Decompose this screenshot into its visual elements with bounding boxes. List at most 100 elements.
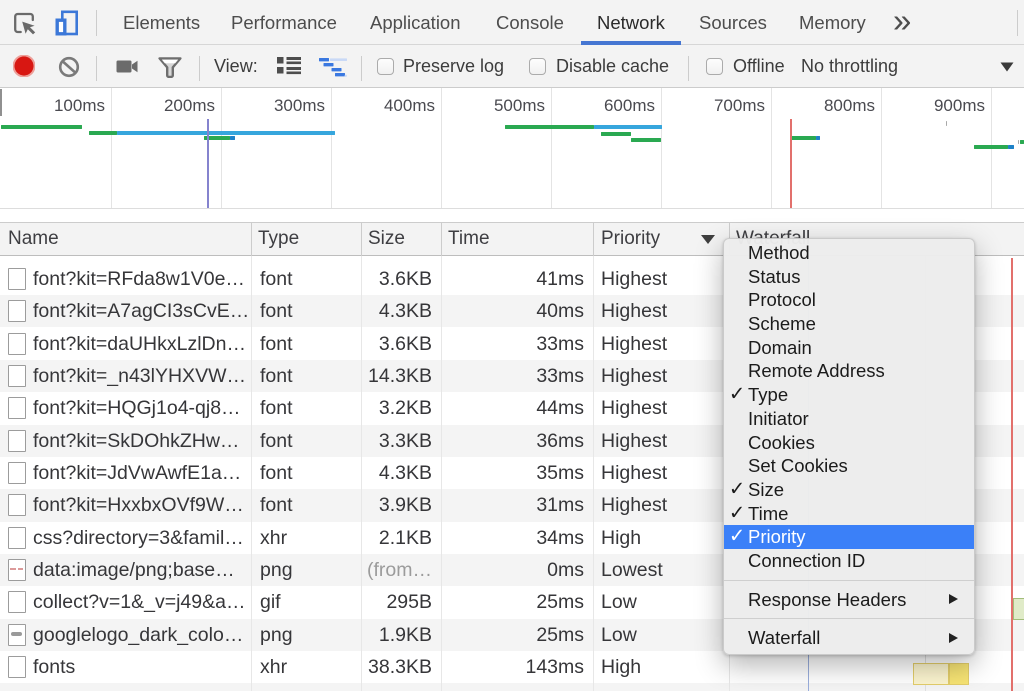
cell-priority: Highest — [601, 392, 721, 424]
cell-type: font — [260, 263, 355, 295]
cell-priority: Highest — [601, 489, 721, 521]
request-row[interactable]: fontsxhr38.3KB143msHigh — [0, 651, 1024, 683]
cell-time: 25ms — [444, 619, 584, 651]
column-header-size[interactable]: Size — [368, 223, 405, 255]
overview-request-bar — [791, 136, 816, 140]
cell-type: font — [260, 489, 355, 521]
cell-size: 14.3KB — [362, 360, 432, 392]
view-label: View: — [214, 45, 258, 87]
cell-size: (from… — [362, 554, 432, 586]
offline-checkbox[interactable] — [706, 58, 723, 75]
tab-performance[interactable]: Performance — [215, 0, 353, 45]
cell-priority: Highest — [601, 360, 721, 392]
ruler-tick-label: 100ms — [54, 96, 105, 116]
menu-item-time[interactable]: ✓Time — [724, 502, 974, 526]
cell-size: 3.6KB — [362, 328, 432, 360]
cell-type: font — [260, 328, 355, 360]
preserve-log-label[interactable]: Preserve log — [403, 45, 504, 87]
menu-item-size[interactable]: ✓Size — [724, 478, 974, 502]
ruler-gridline — [221, 88, 222, 208]
tab-network[interactable]: Network — [581, 0, 681, 45]
toolbar-separator — [96, 10, 97, 36]
menu-item-type[interactable]: ✓Type — [724, 383, 974, 407]
disable-cache-checkbox[interactable] — [529, 58, 546, 75]
ruler-gridline — [881, 88, 882, 208]
document-icon — [8, 656, 26, 678]
tab-memory[interactable]: Memory — [783, 0, 882, 45]
tab-application[interactable]: Application — [354, 0, 477, 45]
overview-request-bar — [89, 131, 117, 135]
menu-item-protocol[interactable]: Protocol — [724, 288, 974, 312]
checkmark-icon: ✓ — [727, 502, 747, 526]
request-row-partial — [0, 683, 1024, 691]
menu-item-waterfall[interactable]: Waterfall — [724, 626, 974, 650]
menu-item-connection-id[interactable]: Connection ID — [724, 549, 974, 573]
tab-sources[interactable]: Sources — [683, 0, 783, 45]
header-context-menu: MethodStatusProtocolSchemeDomainRemote A… — [723, 238, 975, 655]
cell-size: 3.3KB — [362, 425, 432, 457]
image-pink-icon — [8, 559, 26, 581]
cell-priority: Lowest — [601, 554, 721, 586]
waterfall-bar-collect — [1013, 598, 1024, 620]
document-icon — [8, 494, 26, 516]
network-toolbar: View: Preserve log Disable cache Offline… — [0, 45, 1024, 88]
menu-item-scheme[interactable]: Scheme — [724, 312, 974, 336]
tab-console[interactable]: Console — [480, 0, 580, 45]
column-header-priority[interactable]: Priority — [601, 223, 660, 255]
menu-item-remote-address[interactable]: Remote Address — [724, 359, 974, 383]
cell-priority: Highest — [601, 295, 721, 327]
tab-elements[interactable]: Elements — [107, 0, 216, 45]
document-icon — [8, 300, 26, 322]
column-divider — [593, 256, 594, 691]
network-overview-pane[interactable]: 100ms200ms300ms400ms500ms600ms700ms800ms… — [0, 88, 1024, 209]
offline-label[interactable]: Offline — [733, 45, 785, 87]
ruler-gridline — [551, 88, 552, 208]
ruler-tick-label: 700ms — [714, 96, 765, 116]
column-header-name[interactable]: Name — [8, 223, 59, 255]
menu-item-response-headers[interactable]: Response Headers — [724, 588, 974, 612]
ruler-gridline — [661, 88, 662, 208]
disable-cache-label[interactable]: Disable cache — [556, 45, 669, 87]
menu-item-method[interactable]: Method — [724, 241, 974, 265]
overview-request-bar — [1, 125, 82, 129]
cell-time: 36ms — [444, 425, 584, 457]
column-header-type[interactable]: Type — [258, 223, 299, 255]
cell-size: 3.6KB — [362, 263, 432, 295]
cell-priority: Highest — [601, 425, 721, 457]
cell-type: font — [260, 295, 355, 327]
waterfall-bar-fonts-download — [949, 663, 969, 685]
cell-priority: High — [601, 522, 721, 554]
column-header-time[interactable]: Time — [448, 223, 490, 255]
menu-item-status[interactable]: Status — [724, 265, 974, 289]
column-divider[interactable] — [593, 223, 594, 256]
cell-name: font?kit=JdVwAwfE1a… — [33, 457, 248, 489]
ruler-gridline — [441, 88, 442, 208]
cell-type: png — [260, 554, 355, 586]
document-icon — [8, 462, 26, 484]
ruler-tick-label: 600ms — [604, 96, 655, 116]
menu-item-cookies[interactable]: Cookies — [724, 431, 974, 455]
column-divider[interactable] — [361, 223, 362, 256]
column-divider[interactable] — [251, 223, 252, 256]
cell-type: xhr — [260, 522, 355, 554]
menu-item-domain[interactable]: Domain — [724, 336, 974, 360]
overview-request-bar — [631, 138, 661, 142]
menu-item-initiator[interactable]: Initiator — [724, 407, 974, 431]
overview-left-grip[interactable] — [0, 89, 2, 116]
cell-size: 2.1KB — [362, 522, 432, 554]
column-divider[interactable] — [441, 223, 442, 256]
menu-item-set-cookies[interactable]: Set Cookies — [724, 454, 974, 478]
cell-priority: Low — [601, 586, 721, 618]
menu-separator — [724, 618, 974, 619]
document-icon — [8, 397, 26, 419]
ruler-gridline — [331, 88, 332, 208]
more-tabs-button[interactable]: » — [893, 0, 911, 45]
cell-size: 295B — [362, 586, 432, 618]
cell-type: font — [260, 392, 355, 424]
checkmark-icon: ✓ — [727, 383, 747, 407]
cell-name: data:image/png;base… — [33, 554, 248, 586]
throttling-select[interactable]: No throttling — [801, 45, 898, 87]
preserve-log-checkbox[interactable] — [377, 58, 394, 75]
menu-item-priority[interactable]: ✓Priority — [724, 525, 974, 549]
checkmark-icon: ✓ — [727, 525, 747, 549]
